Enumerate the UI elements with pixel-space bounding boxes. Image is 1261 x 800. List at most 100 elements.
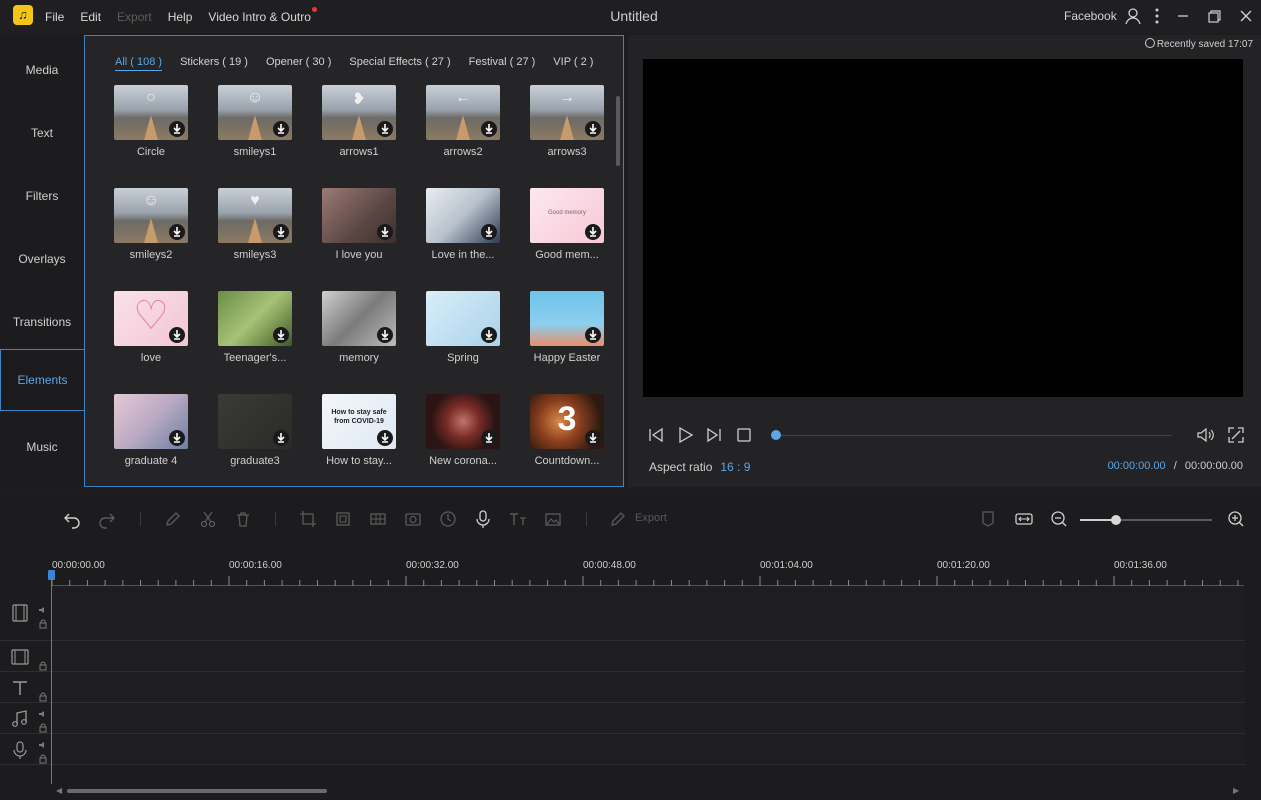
video-track[interactable] bbox=[0, 586, 1245, 641]
lock-icon[interactable] bbox=[38, 751, 48, 764]
mute-icon[interactable] bbox=[38, 706, 48, 717]
nav-transitions[interactable]: Transitions bbox=[0, 291, 84, 353]
element-thumbnail[interactable] bbox=[218, 394, 292, 449]
element-item[interactable]: New corona... bbox=[425, 393, 501, 483]
element-item[interactable]: ☺ smileys1 bbox=[217, 84, 293, 174]
prev-frame-icon[interactable] bbox=[646, 425, 666, 445]
freeze-frame-icon[interactable] bbox=[403, 509, 423, 529]
text-to-speech-icon[interactable] bbox=[508, 509, 528, 529]
track-area[interactable] bbox=[52, 642, 1245, 671]
element-thumbnail[interactable] bbox=[322, 188, 396, 243]
restore-icon[interactable] bbox=[1203, 5, 1225, 27]
cut-icon[interactable] bbox=[198, 509, 218, 529]
download-icon[interactable] bbox=[273, 327, 289, 343]
seek-knob[interactable] bbox=[771, 430, 781, 440]
element-item[interactable]: How to stay safe from COVID-19 How to sta… bbox=[321, 393, 397, 483]
download-icon[interactable] bbox=[169, 224, 185, 240]
menu-help[interactable]: Help bbox=[168, 10, 193, 24]
user-icon[interactable] bbox=[1122, 5, 1144, 27]
aspect-value[interactable]: 16 : 9 bbox=[720, 460, 750, 474]
element-thumbnail[interactable] bbox=[114, 394, 188, 449]
download-icon[interactable] bbox=[169, 430, 185, 446]
menu-video-intro-outro[interactable]: Video Intro & Outro bbox=[208, 6, 317, 24]
more-options-icon[interactable] bbox=[1146, 5, 1168, 27]
element-item[interactable]: Good memory Good mem... bbox=[529, 187, 605, 277]
edit-icon[interactable] bbox=[163, 509, 183, 529]
download-icon[interactable] bbox=[481, 121, 497, 137]
element-thumbnail[interactable]: How to stay safe from COVID-19 bbox=[322, 394, 396, 449]
element-item[interactable]: graduate3 bbox=[217, 393, 293, 483]
scroll-right-arrow-icon[interactable]: ▶ bbox=[1233, 786, 1239, 795]
download-icon[interactable] bbox=[481, 430, 497, 446]
playhead[interactable] bbox=[51, 572, 52, 784]
record-voice-icon[interactable] bbox=[473, 509, 493, 529]
music-track[interactable] bbox=[0, 704, 1245, 734]
element-thumbnail[interactable]: ☺ bbox=[114, 188, 188, 243]
time-ruler[interactable]: 00:00:00.00 00:00:16.00 00:00:32.00 00:0… bbox=[52, 558, 1244, 586]
download-icon[interactable] bbox=[481, 224, 497, 240]
track-area[interactable] bbox=[52, 704, 1245, 733]
nav-elements[interactable]: Elements bbox=[0, 349, 84, 411]
nav-text[interactable]: Text bbox=[0, 102, 84, 164]
facebook-link[interactable]: Facebook bbox=[1064, 0, 1117, 33]
mute-icon[interactable] bbox=[38, 602, 48, 613]
element-thumbnail[interactable]: ❥ bbox=[322, 85, 396, 140]
image-edit-icon[interactable] bbox=[543, 509, 563, 529]
mute-icon[interactable] bbox=[38, 737, 48, 748]
export-button[interactable]: Export bbox=[635, 512, 667, 524]
lock-icon[interactable] bbox=[38, 689, 48, 702]
element-thumbnail[interactable]: ☺ bbox=[218, 85, 292, 140]
download-icon[interactable] bbox=[481, 327, 497, 343]
element-item[interactable]: ❥ arrows1 bbox=[321, 84, 397, 174]
stop-icon[interactable] bbox=[734, 425, 754, 445]
undo-icon[interactable] bbox=[62, 509, 82, 529]
element-thumbnail[interactable]: Good memory bbox=[530, 188, 604, 243]
element-thumbnail[interactable]: 3 bbox=[530, 394, 604, 449]
element-item[interactable]: ♡ love bbox=[113, 290, 189, 380]
play-icon[interactable] bbox=[675, 425, 695, 445]
delete-icon[interactable] bbox=[233, 509, 253, 529]
element-thumbnail[interactable] bbox=[426, 394, 500, 449]
resize-icon[interactable] bbox=[333, 509, 353, 529]
tab-opener[interactable]: Opener ( 30 ) bbox=[266, 56, 331, 71]
crop-icon[interactable] bbox=[298, 509, 318, 529]
voice-track[interactable] bbox=[0, 735, 1245, 765]
tab-special-effects[interactable]: Special Effects ( 27 ) bbox=[349, 56, 450, 71]
nav-music[interactable]: Music bbox=[0, 416, 84, 478]
download-icon[interactable] bbox=[169, 327, 185, 343]
element-item[interactable]: ○ Circle bbox=[113, 84, 189, 174]
element-item[interactable]: ← arrows2 bbox=[425, 84, 501, 174]
nav-media[interactable]: Media bbox=[0, 39, 84, 101]
download-icon[interactable] bbox=[377, 327, 393, 343]
volume-icon[interactable] bbox=[1195, 425, 1215, 445]
tab-stickers[interactable]: Stickers ( 19 ) bbox=[180, 56, 248, 71]
zoom-in-icon[interactable] bbox=[1226, 509, 1246, 529]
download-icon[interactable] bbox=[273, 224, 289, 240]
element-item[interactable]: memory bbox=[321, 290, 397, 380]
element-item[interactable]: I love you bbox=[321, 187, 397, 277]
tab-all[interactable]: All ( 108 ) bbox=[115, 56, 163, 71]
fullscreen-icon[interactable] bbox=[1226, 425, 1246, 445]
track-area[interactable] bbox=[52, 586, 1245, 640]
nav-overlays[interactable]: Overlays bbox=[0, 228, 84, 290]
download-icon[interactable] bbox=[585, 224, 601, 240]
download-icon[interactable] bbox=[585, 327, 601, 343]
element-thumbnail[interactable]: ← bbox=[426, 85, 500, 140]
download-icon[interactable] bbox=[585, 430, 601, 446]
mosaic-icon[interactable] bbox=[368, 509, 388, 529]
panel-scrollbar[interactable] bbox=[616, 96, 620, 166]
duration-icon[interactable] bbox=[438, 509, 458, 529]
zoom-out-icon[interactable] bbox=[1049, 509, 1069, 529]
zoom-slider-knob[interactable] bbox=[1111, 515, 1121, 525]
lock-icon[interactable] bbox=[38, 720, 48, 733]
minimize-icon[interactable] bbox=[1172, 5, 1194, 27]
element-item[interactable]: Happy Easter bbox=[529, 290, 605, 380]
element-thumbnail[interactable] bbox=[530, 291, 604, 346]
scroll-left-arrow-icon[interactable]: ◀ bbox=[56, 786, 62, 795]
element-thumbnail[interactable] bbox=[426, 291, 500, 346]
track-area[interactable] bbox=[52, 673, 1245, 702]
lock-icon[interactable] bbox=[38, 616, 48, 629]
overlay-track[interactable] bbox=[0, 642, 1245, 672]
menu-edit[interactable]: Edit bbox=[80, 10, 101, 24]
close-icon[interactable] bbox=[1235, 5, 1257, 27]
